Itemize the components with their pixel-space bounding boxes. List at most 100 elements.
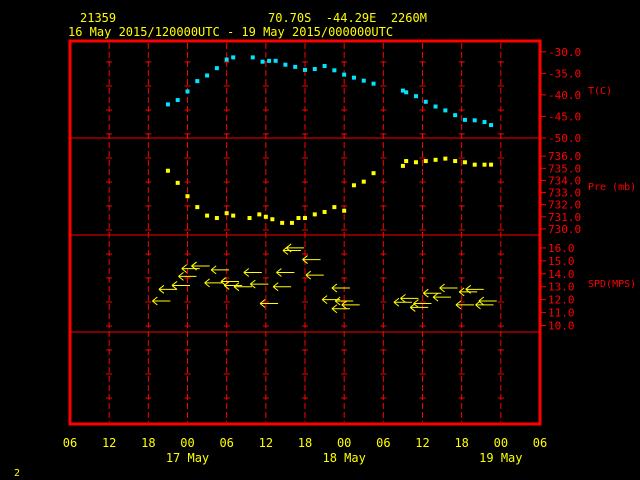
pressure-point (231, 213, 236, 218)
y-tick-label: 11.0 (548, 307, 575, 320)
pressure-point (361, 179, 366, 184)
temperature-point (205, 73, 210, 78)
pressure-point (472, 162, 477, 167)
temperature-point (453, 113, 458, 118)
wind-point (302, 255, 321, 264)
vertical-gridlines (106, 43, 504, 422)
wind-point (259, 299, 279, 308)
temperature-point (273, 58, 278, 63)
x-tick-label: 06 (376, 436, 390, 450)
pressure-point (423, 159, 428, 164)
wind-point (393, 297, 412, 307)
pressure-point (489, 162, 494, 167)
temperature-series (165, 55, 494, 128)
pressure-point (400, 163, 405, 168)
y-tick-label: 13.0 (548, 281, 575, 294)
x-tick-label: 18 (298, 436, 312, 450)
temperature-point (303, 67, 307, 72)
meteogram-chart: 21359 70.70S -44.29E 2260M 16 May 2015/1… (14, 11, 636, 479)
x-tick-label: 06 (219, 436, 233, 450)
y-tick-label: 736.0 (548, 150, 581, 163)
wind-point (475, 300, 494, 310)
y-tick-label: 735.0 (548, 162, 581, 175)
pressure-point (257, 212, 262, 217)
y-tick-label: 732.0 (548, 199, 581, 212)
temperature-point (312, 67, 317, 72)
x-axis: 06 12 18 00 06 12 18 00 06 12 18 00 06 17 May 18 May 19… (63, 436, 547, 465)
temperature-point (195, 79, 200, 84)
wind-point (233, 282, 252, 292)
temperature-point (443, 108, 448, 113)
wind-speed-axis-label: SPD(MPS) (588, 279, 636, 290)
temperature-axis-label: T(C) (588, 86, 612, 97)
y-tick-label: 733.0 (548, 187, 581, 200)
temperature-point (322, 64, 327, 69)
pressure-point (205, 213, 210, 218)
temperature-point (371, 81, 376, 86)
x-day-label: 19 May (479, 451, 522, 465)
temperature-point (175, 98, 180, 103)
wind-point (204, 278, 223, 288)
wind-point (243, 268, 262, 277)
pressure-point (224, 211, 229, 216)
wind-point (341, 300, 360, 310)
wind-point (276, 268, 295, 277)
station-location: 70.70S -44.29E 2260M (268, 11, 427, 25)
pressure-axis-label: Pre (mb) (588, 182, 636, 193)
temperature-point (260, 59, 265, 64)
x-tick-label: 00 (180, 436, 194, 450)
temperature-point (351, 75, 356, 80)
meteogram-window: 21359 70.70S -44.29E 2260M 16 May 2015/1… (0, 0, 640, 480)
wind-point (439, 283, 458, 293)
x-tick-label: 18 (141, 436, 155, 450)
y-tick-label: -35.0 (548, 67, 581, 80)
pressure-point (433, 157, 438, 162)
wind-series (152, 243, 497, 314)
pressure-point (413, 160, 418, 165)
pressure-point (371, 171, 376, 176)
pressure-point (453, 159, 458, 164)
pressure-point (296, 216, 301, 221)
pressure-point (263, 214, 268, 219)
x-day-label: 18 May (322, 451, 365, 465)
temperature-point (489, 123, 494, 128)
y-tick-label: 12.0 (548, 294, 575, 307)
station-id: 21359 (80, 11, 116, 25)
temperature-point (462, 117, 467, 122)
y-tick-label: -30.0 (548, 46, 581, 59)
pressure-point (312, 212, 317, 217)
pressure-point (303, 216, 307, 221)
pressure-point (482, 162, 487, 167)
temperature-point (413, 94, 418, 99)
pressure-point (443, 156, 448, 161)
x-tick-label: 00 (494, 436, 508, 450)
wind-point (305, 270, 324, 280)
pressure-point (404, 159, 409, 164)
wind-point (272, 282, 292, 292)
temperature-point (231, 55, 236, 60)
y-tick-label: 731.0 (548, 211, 581, 224)
wind-point (152, 296, 171, 306)
x-day-label: 17 May (166, 451, 209, 465)
y-tick-label: 734.0 (548, 174, 581, 187)
temperature-point (472, 118, 477, 123)
pressure-point (332, 205, 337, 210)
y-tick-label: 15.0 (548, 255, 575, 268)
wind-point (409, 303, 429, 312)
temperature-point (482, 120, 487, 125)
page-number: 2 (14, 468, 20, 479)
temperature-point (332, 68, 337, 73)
pressure-point (280, 220, 285, 225)
x-tick-label: 12 (259, 436, 273, 450)
wind-point (158, 284, 177, 294)
y-tick-label: -45.0 (548, 110, 581, 123)
pressure-point (462, 160, 467, 165)
y-tick-label: -50.0 (548, 132, 581, 145)
temperature-point (214, 66, 219, 71)
pressure-point (270, 217, 275, 222)
temperature-point (342, 72, 347, 77)
pressure-point (185, 194, 190, 199)
temperature-point (293, 64, 298, 69)
x-tick-label: 12 (102, 436, 116, 450)
pressure-point (289, 220, 294, 225)
